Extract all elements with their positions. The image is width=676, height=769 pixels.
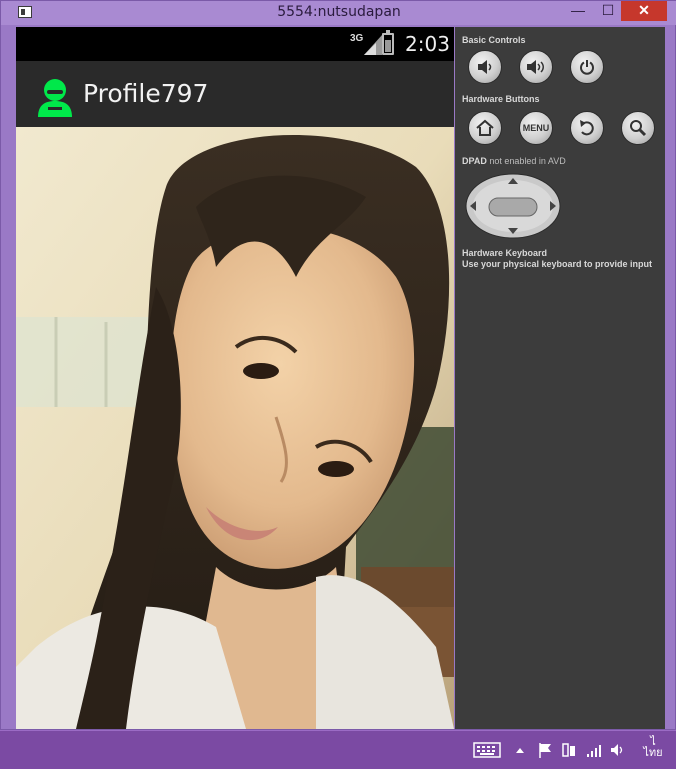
dpad-label: DPAD not enabled in AVD [462, 156, 566, 166]
app-title: Profile797 [83, 79, 209, 108]
close-button[interactable]: ✕ [621, 1, 667, 21]
input-language-indicator[interactable]: ไ ไทย [641, 737, 665, 759]
dpad-status: not enabled in AVD [489, 156, 566, 166]
volume-down-button[interactable] [468, 50, 502, 84]
profile-photo-illustration [16, 127, 454, 729]
signal-icon[interactable] [586, 741, 602, 759]
ime-bottom: ไทย [643, 747, 663, 759]
taskbar: ไ ไทย [0, 730, 676, 769]
volume-down-icon [478, 60, 492, 74]
search-button[interactable] [621, 111, 655, 145]
power-button[interactable] [570, 50, 604, 84]
signal-icon [364, 35, 382, 55]
dpad-title: DPAD [462, 156, 487, 166]
hardware-keyboard-hint: Use your physical keyboard to provide in… [462, 259, 653, 269]
minimize-button[interactable]: — [563, 1, 593, 21]
back-icon [580, 120, 594, 136]
emulator-window: 5554:nutsudapan — ☐ ✕ 3G 2:03 Profile797 [0, 0, 676, 730]
power-icon [580, 60, 594, 75]
chevron-up-icon[interactable] [515, 741, 525, 759]
home-button[interactable] [468, 111, 502, 145]
battery-icon [382, 30, 394, 55]
dpad-control[interactable] [464, 172, 562, 240]
maximize-button[interactable]: ☐ [593, 1, 623, 21]
menu-button[interactable]: MENU [519, 111, 553, 145]
action-bar: Profile797 [16, 61, 454, 129]
flag-icon[interactable] [537, 741, 553, 759]
power-plug-icon[interactable] [561, 741, 577, 759]
volume-up-button[interactable] [519, 50, 553, 84]
profile-person-icon[interactable] [36, 77, 74, 117]
home-icon [476, 119, 494, 136]
status-bar: 3G 2:03 [16, 27, 454, 61]
emulator-control-panel: Basic Controls Hardware Buttons MENU DPA… [455, 27, 665, 729]
window-titlebar[interactable]: 5554:nutsudapan — ☐ ✕ [1, 1, 676, 25]
back-button[interactable] [570, 111, 604, 145]
basic-controls-label: Basic Controls [462, 35, 526, 45]
menu-button-label: MENU [522, 123, 550, 133]
network-type: 3G [350, 33, 364, 44]
volume-up-icon [527, 60, 544, 74]
hardware-buttons-label: Hardware Buttons [462, 94, 540, 104]
hardware-keyboard-title: Hardware Keyboard [462, 248, 548, 258]
clock: 2:03 [405, 32, 450, 56]
device-screen[interactable]: 3G 2:03 Profile797 [16, 27, 454, 729]
keyboard-icon[interactable] [473, 741, 501, 759]
search-icon [630, 120, 647, 137]
speaker-icon[interactable] [610, 741, 626, 759]
profile-photo [16, 127, 454, 729]
